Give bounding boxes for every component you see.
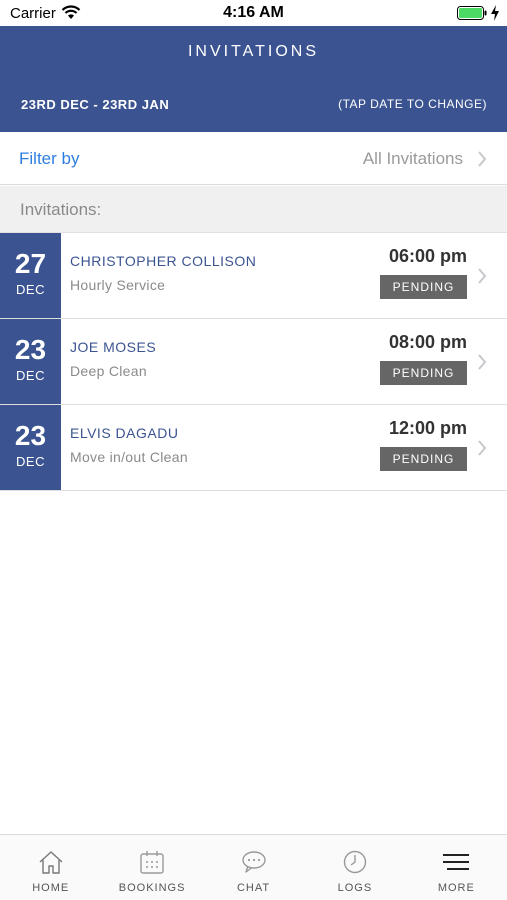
tab-chat[interactable]: CHAT xyxy=(203,835,304,900)
calendar-icon xyxy=(140,851,164,874)
invitation-month: DEC xyxy=(16,368,45,383)
invitation-row[interactable]: 27 DEC CHRISTOPHER COLLISON Hourly Servi… xyxy=(0,233,507,319)
status-badge: PENDING xyxy=(380,275,467,299)
status-badge: PENDING xyxy=(380,447,467,471)
invitation-time: 08:00 pm xyxy=(388,332,467,352)
battery-icon xyxy=(457,6,487,20)
invitation-date: 23 DEC xyxy=(0,319,61,404)
status-bar: Carrier 4:16 AM xyxy=(0,0,507,26)
invitation-month: DEC xyxy=(16,454,45,469)
tab-label: CHAT xyxy=(236,882,271,894)
invitation-date: 27 DEC xyxy=(0,233,61,318)
chevron-right-icon xyxy=(478,151,487,167)
invitation-list: 27 DEC CHRISTOPHER COLLISON Hourly Servi… xyxy=(0,233,507,491)
tab-more[interactable]: MORE xyxy=(406,835,507,900)
chevron-right-icon xyxy=(478,354,487,370)
invitation-month: DEC xyxy=(16,282,45,297)
tab-bookings[interactable]: BOOKINGS xyxy=(101,835,202,900)
service-type: Deep Clean xyxy=(70,363,147,379)
home-icon xyxy=(39,851,63,874)
client-name: ELVIS DAGADU xyxy=(70,425,179,441)
menu-icon xyxy=(443,854,470,870)
filter-value: All Invitations xyxy=(362,149,463,168)
filter-label: Filter by xyxy=(19,149,80,168)
invitation-row[interactable]: 23 DEC JOE MOSES Deep Clean 08:00 pm PEN… xyxy=(0,319,507,405)
tab-label: LOGS xyxy=(337,882,373,894)
status-badge: PENDING xyxy=(380,361,467,385)
invitation-date: 23 DEC xyxy=(0,405,61,490)
invitation-time: 06:00 pm xyxy=(388,246,467,266)
filter-row[interactable]: Filter by All Invitations xyxy=(0,132,507,185)
client-name: JOE MOSES xyxy=(70,339,157,355)
invitation-day: 23 xyxy=(14,420,47,451)
invitation-row[interactable]: 23 DEC ELVIS DAGADU Move in/out Clean 12… xyxy=(0,405,507,491)
invitation-time: 12:00 pm xyxy=(388,418,467,438)
status-time: 4:16 AM xyxy=(223,4,284,21)
tab-home[interactable]: HOME xyxy=(0,835,101,900)
client-name: CHRISTOPHER COLLISON xyxy=(70,253,257,269)
page-title: INVITATIONS xyxy=(187,43,320,60)
chevron-right-icon xyxy=(478,268,487,284)
service-type: Hourly Service xyxy=(70,277,166,293)
tab-bar: HOME BOOKINGS CHAT LOGS MORE xyxy=(0,834,507,900)
tab-label: BOOKINGS xyxy=(118,882,186,894)
chevron-right-icon xyxy=(478,440,487,456)
service-type: Move in/out Clean xyxy=(70,449,188,465)
invitation-day: 27 xyxy=(14,248,47,279)
tab-label: MORE xyxy=(437,882,475,894)
chat-icon xyxy=(241,851,266,873)
clock-icon xyxy=(343,850,367,874)
invitation-day: 23 xyxy=(14,334,47,365)
section-header: Invitations: xyxy=(0,186,507,233)
tab-logs[interactable]: LOGS xyxy=(304,835,405,900)
section-title: Invitations: xyxy=(20,200,102,219)
tab-label: HOME xyxy=(32,882,70,894)
charging-icon xyxy=(491,5,499,21)
date-change-hint[interactable]: (TAP DATE TO CHANGE) xyxy=(338,97,487,111)
date-range-selector[interactable]: 23RD DEC - 23RD JAN xyxy=(21,97,169,112)
invitations-header: INVITATIONS 23RD DEC - 23RD JAN (TAP DAT… xyxy=(0,26,507,132)
